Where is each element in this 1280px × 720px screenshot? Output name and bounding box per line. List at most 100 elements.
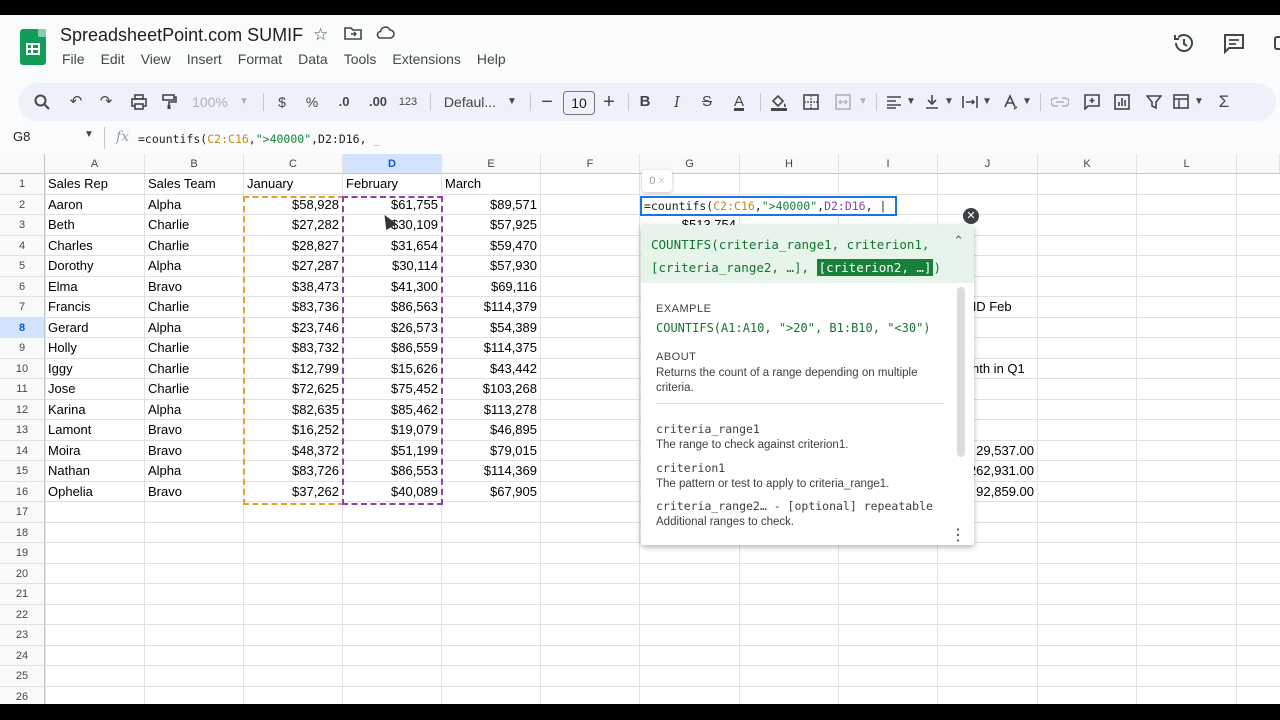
table-cell[interactable]: Lamont — [48, 420, 91, 440]
filter-views-icon[interactable] — [1172, 83, 1192, 121]
row-header-13[interactable]: 13 — [0, 420, 45, 441]
row-header-26[interactable]: 26 — [0, 686, 45, 704]
row-header-2[interactable]: 2 — [0, 194, 45, 215]
menu-insert[interactable]: Insert — [187, 51, 222, 67]
table-cell[interactable]: Charlie — [148, 379, 189, 399]
column-header-k[interactable]: K — [1038, 154, 1137, 174]
table-header-cell[interactable]: January — [247, 174, 293, 194]
table-header-cell[interactable]: March — [445, 174, 481, 194]
table-header-cell[interactable]: Sales Rep — [48, 174, 108, 194]
table-cell[interactable]: $43,442 — [442, 359, 537, 379]
merge-dropdown-icon[interactable]: ▼ — [858, 83, 868, 121]
row-header-8[interactable]: 8 — [0, 317, 45, 338]
increase-font-size-icon[interactable]: + — [600, 83, 618, 121]
row-header-23[interactable]: 23 — [0, 625, 45, 646]
table-cell[interactable]: Charles — [48, 236, 93, 256]
row-header-10[interactable]: 10 — [0, 358, 45, 379]
table-cell[interactable]: Moira — [48, 441, 81, 461]
row-header-22[interactable]: 22 — [0, 604, 45, 625]
halign-dropdown-icon[interactable]: ▼ — [906, 83, 916, 121]
filter-icon[interactable] — [1144, 83, 1164, 121]
row-header-15[interactable]: 15 — [0, 461, 45, 482]
table-cell[interactable]: Bravo — [148, 277, 182, 297]
row-header-1[interactable]: 1 — [0, 174, 45, 195]
horizontal-align-icon[interactable] — [884, 83, 904, 121]
column-header-j[interactable]: J — [938, 154, 1038, 174]
column-header-c[interactable]: C — [244, 154, 343, 174]
move-folder-icon[interactable] — [344, 25, 362, 46]
cell-g10-label[interactable]: nth in Q1 — [972, 359, 1025, 379]
table-cell[interactable]: $114,375 — [442, 338, 537, 358]
table-cell[interactable]: Alpha — [148, 256, 181, 276]
row-header-9[interactable]: 9 — [0, 338, 45, 359]
comments-icon[interactable] — [1222, 31, 1246, 61]
table-cell[interactable]: Alpha — [148, 461, 181, 481]
table-cell[interactable]: Bravo — [148, 420, 182, 440]
table-cell[interactable]: Alpha — [148, 400, 181, 420]
undo-icon[interactable]: ↶ — [66, 83, 86, 121]
row-header-7[interactable]: 7 — [0, 297, 45, 318]
close-help-icon[interactable]: ✕ — [963, 208, 979, 224]
bold-button[interactable]: B — [636, 83, 654, 121]
text-rotation-icon[interactable] — [1000, 83, 1020, 121]
cloud-status-icon[interactable] — [375, 25, 395, 46]
italic-button[interactable]: I — [668, 83, 686, 121]
table-cell[interactable]: Francis — [48, 297, 91, 317]
table-cell[interactable]: $79,015 — [442, 441, 537, 461]
formula-bar-input[interactable]: =countifs(C2:C16,">40000",D2:D16, _ — [138, 132, 380, 146]
star-icon[interactable]: ☆ — [313, 25, 328, 45]
meet-icon[interactable] — [1270, 31, 1280, 61]
table-cell[interactable]: Bravo — [148, 441, 182, 461]
menu-edit[interactable]: Edit — [101, 51, 125, 67]
column-header-f[interactable]: F — [541, 154, 640, 174]
borders-icon[interactable] — [800, 83, 822, 121]
more-options-icon[interactable]: ⋮ — [950, 525, 966, 545]
table-cell[interactable]: Nathan — [48, 461, 90, 481]
functions-icon[interactable]: Σ — [1214, 83, 1234, 121]
valign-dropdown-icon[interactable]: ▼ — [944, 83, 954, 121]
column-header-h[interactable]: H — [740, 154, 839, 174]
zoom-select[interactable]: 100% — [190, 83, 230, 121]
strikethrough-button[interactable]: S — [698, 83, 716, 121]
font-dropdown-icon[interactable]: ▼ — [506, 83, 518, 121]
currency-format-button[interactable]: $ — [274, 83, 290, 121]
table-cell[interactable]: Charlie — [148, 236, 189, 256]
table-cell[interactable]: $89,571 — [442, 195, 537, 215]
column-header-a[interactable]: A — [45, 154, 145, 174]
name-box-dropdown-icon[interactable]: ▼ — [84, 129, 94, 140]
table-cell[interactable]: $114,369 — [442, 461, 537, 481]
filter-views-dropdown-icon[interactable]: ▼ — [1194, 83, 1204, 121]
table-cell[interactable]: Alpha — [148, 195, 181, 215]
column-header-e[interactable]: E — [442, 154, 541, 174]
sheets-logo-icon[interactable] — [20, 29, 46, 65]
menu-view[interactable]: View — [141, 51, 171, 67]
paint-format-icon[interactable] — [158, 83, 180, 121]
table-cell[interactable]: Karina — [48, 400, 86, 420]
merge-cells-icon[interactable] — [832, 83, 854, 121]
row-header-25[interactable]: 25 — [0, 666, 45, 687]
table-cell[interactable]: $57,925 — [442, 215, 537, 235]
increase-decimal-button[interactable]: .00 — [364, 83, 392, 121]
table-cell[interactable]: $67,905 — [442, 482, 537, 502]
row-header-19[interactable]: 19 — [0, 543, 45, 564]
column-header-i[interactable]: I — [839, 154, 938, 174]
row-header-6[interactable]: 6 — [0, 276, 45, 297]
table-cell[interactable]: $59,470 — [442, 236, 537, 256]
rotation-dropdown-icon[interactable]: ▼ — [1022, 83, 1032, 121]
table-cell[interactable]: Charlie — [148, 359, 189, 379]
font-family-select[interactable]: Defaul... — [442, 83, 498, 121]
name-box[interactable]: G8 — [13, 129, 30, 144]
table-cell[interactable]: $114,379 — [442, 297, 537, 317]
insert-comment-icon[interactable] — [1082, 83, 1102, 121]
row-header-17[interactable]: 17 — [0, 502, 45, 523]
table-cell[interactable]: Holly — [48, 338, 77, 358]
vertical-align-icon[interactable] — [922, 83, 942, 121]
insert-chart-icon[interactable] — [1112, 83, 1132, 121]
table-cell[interactable]: $103,268 — [442, 379, 537, 399]
row-header-5[interactable]: 5 — [0, 256, 45, 277]
table-cell[interactable]: Dorothy — [48, 256, 94, 276]
table-cell[interactable]: Bravo — [148, 482, 182, 502]
row-header-20[interactable]: 20 — [0, 563, 45, 584]
table-cell[interactable]: $54,389 — [442, 318, 537, 338]
row-header-4[interactable]: 4 — [0, 235, 45, 256]
